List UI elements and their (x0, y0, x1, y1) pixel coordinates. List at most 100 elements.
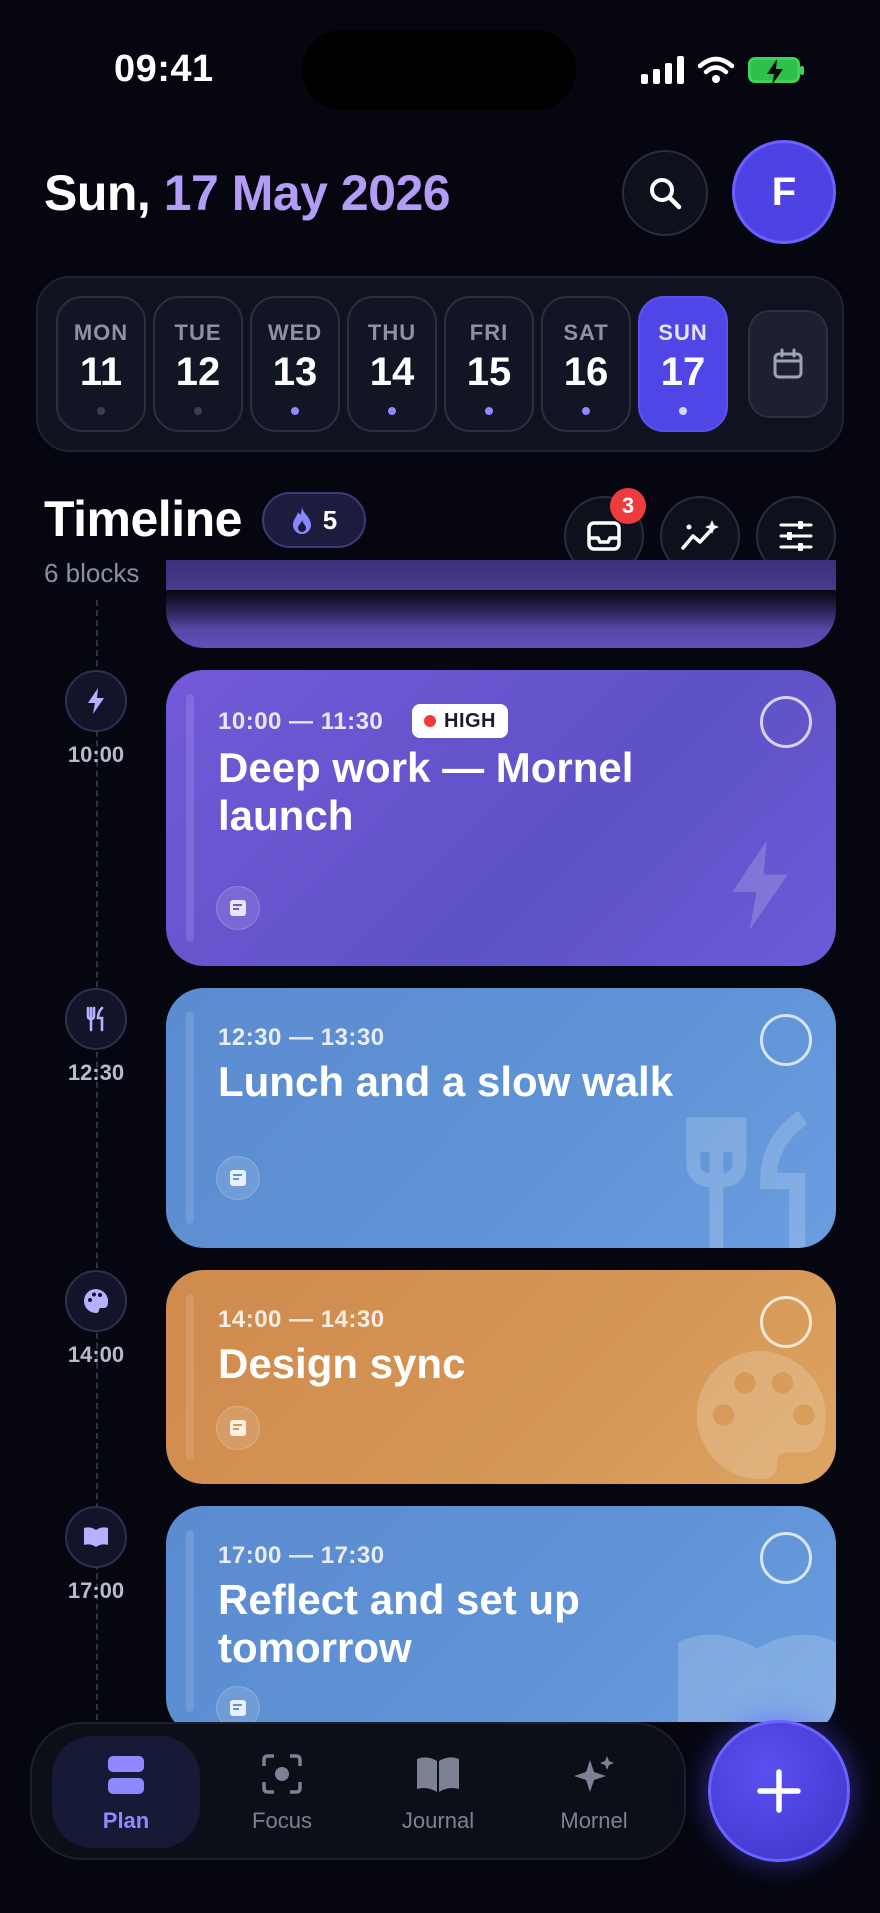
palette-icon (696, 1350, 826, 1480)
search-icon (650, 178, 682, 210)
tab-mornel[interactable]: Mornel (520, 1736, 668, 1848)
plan-icon (108, 1756, 144, 1794)
tab-label: Plan (102, 1808, 150, 1833)
sparkles-icon (574, 1756, 614, 1792)
complete-checkbox[interactable] (760, 1014, 812, 1066)
event-dot (388, 407, 396, 415)
bolt-icon (65, 670, 127, 732)
tab-bar: Plan Focus Journal Mornel (30, 1722, 686, 1860)
day-number: 16 (563, 350, 609, 394)
day-sat[interactable]: SAT 16 (541, 296, 631, 432)
journal-icon (417, 1757, 459, 1792)
day-name: SAT (563, 320, 609, 345)
tab-label: Mornel (560, 1808, 628, 1833)
complete-checkbox[interactable] (760, 696, 812, 748)
streak-badge[interactable]: 5 (262, 492, 366, 548)
streak-count: 5 (322, 504, 338, 535)
card-stripe (186, 1294, 194, 1460)
priority-badge: HIGH (412, 704, 508, 738)
block-time: 17:00 — 17:30 (218, 1542, 385, 1569)
priority-label: HIGH (444, 709, 496, 732)
event-dot (97, 407, 105, 415)
day-wed[interactable]: WED 13 (250, 296, 340, 432)
day-name: TUE (174, 320, 222, 345)
flame-icon (292, 507, 311, 534)
rail-time: 12:30 (67, 1060, 125, 1085)
wifi-icon (698, 56, 734, 83)
tab-focus[interactable]: Focus (208, 1736, 356, 1848)
block-time: 14:00 — 14:30 (218, 1306, 385, 1333)
day-thu[interactable]: THU 14 (347, 296, 437, 432)
timeline-subtitle: 6 blocks (44, 558, 140, 588)
status-icons (641, 56, 804, 85)
block-title: Design sync (218, 1340, 466, 1387)
trend-sparkle-icon (681, 520, 719, 550)
calendar-button[interactable] (748, 310, 828, 418)
day-number: 14 (369, 350, 415, 394)
card-stripe (186, 1530, 194, 1712)
palette-icon (65, 1270, 127, 1332)
block-title: Lunch and a slow walk (218, 1058, 674, 1105)
week-strip: MON 11 TUE 12 WED 13 THU 14 FRI 15 SAT 1… (36, 276, 844, 452)
rail-time: 14:00 (67, 1342, 125, 1367)
card-stripe (186, 694, 194, 942)
tab-label: Journal (401, 1808, 475, 1833)
page-title: Sun, 17 May 2026 (44, 164, 451, 222)
block-card[interactable]: 17:00 — 17:30 Reflect and set up tomorro… (166, 1506, 836, 1736)
block-title: Deep work — Mornel launch (218, 744, 634, 839)
block-title: Reflect and set up tomorrow (218, 1576, 580, 1671)
day-number: 11 (79, 350, 123, 394)
tab-label: Focus (252, 1808, 312, 1833)
day-name: SUN (658, 320, 708, 345)
day-number: 15 (466, 350, 512, 394)
day-name: THU (367, 320, 417, 345)
day-name: MON (73, 320, 129, 345)
timeline-title: Timeline (44, 491, 242, 547)
rail-time: 17:00 (67, 1578, 125, 1603)
block-time: 12:30 — 13:30 (218, 1024, 385, 1051)
note-icon[interactable] (216, 1156, 260, 1200)
event-dot (679, 407, 687, 415)
day-tue[interactable]: TUE 12 (153, 296, 243, 432)
day-number: 12 (175, 350, 221, 394)
scroll-fade (140, 590, 860, 630)
note-icon[interactable] (216, 886, 260, 930)
block-card[interactable]: 10:00 — 11:30 HIGH Deep work — Mornel la… (166, 670, 836, 966)
note-icon[interactable] (216, 1406, 260, 1450)
rail-time: 10:00 (67, 742, 125, 767)
fork-knife-icon (686, 1110, 808, 1248)
day-sun[interactable]: SUN 17 (638, 296, 728, 432)
status-time: 09:41 (114, 48, 214, 90)
search-button[interactable] (622, 150, 708, 236)
add-block-button[interactable] (708, 1720, 850, 1862)
focus-icon (262, 1754, 302, 1794)
event-dot (194, 407, 202, 415)
day-number: 13 (272, 350, 318, 394)
date-prefix: Sun, (44, 165, 164, 221)
plus-icon (757, 1769, 801, 1813)
day-name: WED (267, 320, 323, 345)
event-dot (582, 407, 590, 415)
card-stripe (186, 1012, 194, 1224)
day-name: FRI (469, 320, 509, 345)
date-accent: 17 May 2026 (163, 165, 451, 221)
complete-checkbox[interactable] (760, 1532, 812, 1584)
event-dot (485, 407, 493, 415)
avatar[interactable]: F (732, 140, 836, 244)
block-card[interactable]: 12:30 — 13:30 Lunch and a slow walk (166, 988, 836, 1248)
day-number: 17 (660, 350, 706, 394)
tab-plan[interactable]: Plan (52, 1736, 200, 1848)
sliders-icon (779, 521, 813, 551)
dynamic-island (302, 30, 576, 110)
tab-journal[interactable]: Journal (364, 1736, 512, 1848)
day-fri[interactable]: FRI 15 (444, 296, 534, 432)
block-time: 10:00 — 11:30 (218, 708, 384, 735)
book-icon (678, 1634, 836, 1736)
book-icon (65, 1506, 127, 1568)
block-card[interactable]: 14:00 — 14:30 Design sync (166, 1270, 836, 1484)
priority-dot (424, 715, 436, 727)
day-mon[interactable]: MON 11 (56, 296, 146, 432)
event-dot (291, 407, 299, 415)
calendar-icon (773, 348, 803, 379)
inbox-badge: 3 (610, 488, 646, 524)
